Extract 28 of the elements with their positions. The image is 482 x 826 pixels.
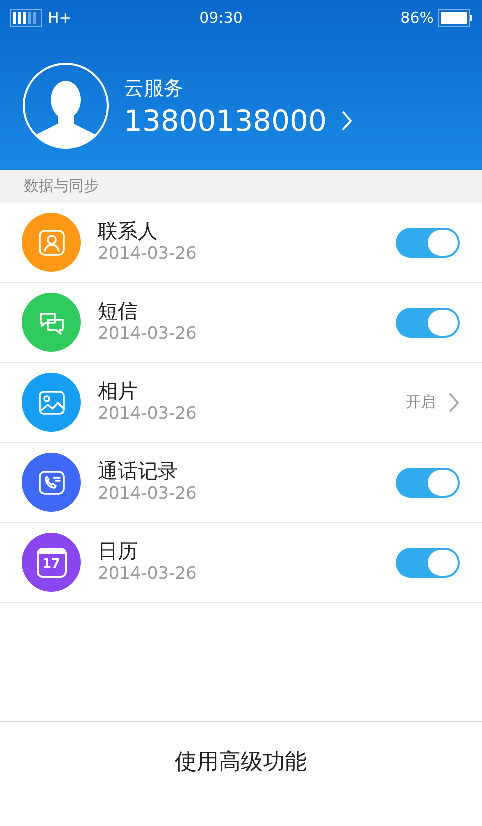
contact-card-icon: [36, 228, 66, 258]
status-link[interactable]: 开启: [406, 391, 460, 414]
signal-icon: [10, 9, 42, 27]
battery-icon: [438, 9, 472, 27]
clock: 09:30: [198, 8, 244, 29]
toggle-switch[interactable]: [396, 228, 460, 258]
network-type: H+: [48, 8, 72, 29]
account-link[interactable]: 13800138000: [124, 102, 353, 140]
battery-percent: 86%: [400, 8, 434, 29]
section-header: 数据与同步: [0, 170, 482, 203]
item-date: 2014-03-26: [98, 564, 198, 586]
item-date: 2014-03-26: [98, 244, 198, 266]
item-label: 相片: [98, 379, 139, 404]
calendar-icon: 17: [36, 548, 66, 578]
item-label: 联系人: [98, 219, 159, 244]
item-label: 通话记录: [98, 459, 179, 484]
toggle-switch[interactable]: [396, 548, 460, 578]
chevron-right-icon: [340, 110, 353, 132]
item-date: 2014-03-26: [98, 324, 198, 346]
chevron-right-icon: [448, 392, 460, 414]
item-date: 2014-03-26: [98, 484, 198, 506]
toggle-switch[interactable]: [396, 308, 460, 338]
item-label: 短信: [98, 299, 139, 324]
service-title: 云服务: [124, 74, 185, 102]
item-label: 日历: [98, 539, 139, 564]
toggle-switch[interactable]: [396, 468, 460, 498]
item-date: 2014-03-26: [98, 404, 198, 426]
avatar-icon: [22, 62, 110, 150]
